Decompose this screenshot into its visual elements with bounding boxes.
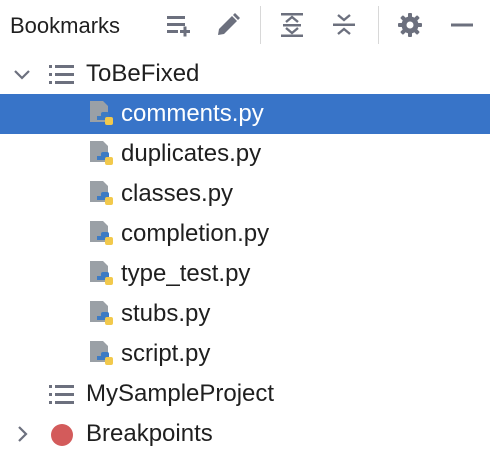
tree-file-label: comments.py — [121, 100, 264, 127]
python-file-icon — [90, 341, 113, 365]
add-bookmark-list-button[interactable] — [158, 4, 198, 46]
python-file-icon — [90, 301, 113, 325]
collapse-all-button[interactable] — [324, 4, 364, 46]
toolbar-separator — [260, 6, 261, 44]
tree-group-label: ToBeFixed — [86, 60, 200, 87]
bookmarks-header: Bookmarks — [0, 0, 490, 52]
breakpoint-dot-icon — [51, 424, 73, 446]
collapse-all-icon — [333, 14, 355, 35]
python-file-icon — [90, 221, 113, 245]
list-icon — [49, 385, 74, 404]
tree-file-item[interactable]: duplicates.py — [0, 134, 490, 174]
tree-file-label: type_test.py — [121, 260, 251, 287]
expand-all-button[interactable] — [272, 4, 312, 46]
python-file-icon — [90, 181, 113, 205]
list-icon — [49, 65, 74, 84]
gear-icon — [398, 13, 422, 37]
python-file-icon — [90, 141, 113, 165]
tree-group-label: MySampleProject — [86, 380, 275, 407]
tree-group-label: Breakpoints — [86, 420, 213, 447]
tree-file-label: stubs.py — [121, 300, 211, 327]
toolbar-separator — [378, 6, 379, 44]
tree-group-mysampleproject[interactable]: MySampleProject — [0, 374, 490, 414]
tree-file-item[interactable]: script.py — [0, 334, 490, 374]
pencil-icon — [218, 13, 240, 35]
tree-file-label: script.py — [121, 340, 211, 367]
tree-file-label: completion.py — [121, 220, 270, 247]
tree-file-item[interactable]: comments.py — [0, 94, 490, 134]
minimize-button[interactable] — [442, 4, 482, 46]
chevron-right-icon[interactable] — [12, 424, 32, 444]
tree-file-item[interactable]: classes.py — [0, 174, 490, 214]
edit-button[interactable] — [208, 4, 248, 46]
minus-icon — [451, 23, 473, 27]
tree-group-tobefixed[interactable]: ToBeFixed — [0, 54, 490, 94]
tree-group-breakpoints[interactable]: Breakpoints — [0, 414, 490, 454]
tree-file-label: classes.py — [121, 180, 234, 207]
python-file-icon — [90, 261, 113, 285]
tree-file-label: duplicates.py — [121, 140, 262, 167]
expand-all-icon — [281, 13, 303, 37]
tree-file-item[interactable]: completion.py — [0, 214, 490, 254]
panel-title: Bookmarks — [10, 13, 121, 38]
tree-file-item[interactable]: type_test.py — [0, 254, 490, 294]
python-file-icon — [90, 101, 113, 125]
add-list-icon — [167, 16, 190, 37]
settings-button[interactable] — [390, 4, 430, 46]
tree-file-item[interactable]: stubs.py — [0, 294, 490, 334]
chevron-down-icon[interactable] — [12, 64, 32, 84]
